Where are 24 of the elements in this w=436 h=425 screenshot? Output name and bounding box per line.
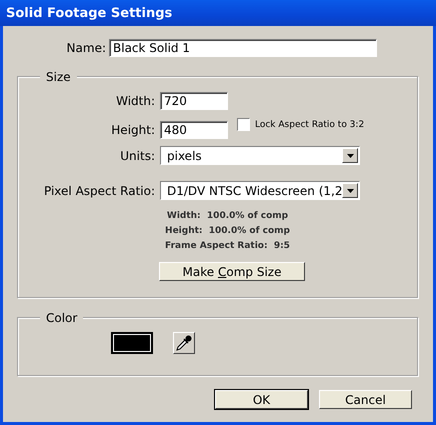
checkbox[interactable] [237,118,250,131]
eyedropper-button[interactable] [173,332,195,354]
eyedropper-icon [175,334,193,352]
pixel-aspect-dropdown[interactable]: D1/DV NTSC Widescreen (1,2 [160,181,360,200]
units-dropdown[interactable]: pixels [160,146,360,165]
height-field[interactable]: 480 [160,121,228,139]
color-swatch[interactable] [111,332,153,354]
units-label: Units: [120,148,155,162]
width-field[interactable]: 720 [160,92,228,110]
info-text: Frame Aspect Ratio: 9:5 [165,241,290,251]
checkbox-label: Lock Aspect Ratio to 3:2 [255,119,364,132]
name-field[interactable]: Black Solid 1 [109,39,377,57]
caret-icon [346,154,354,158]
name-label: Name: [66,41,106,55]
width-label: Width: [116,94,155,108]
make-comp-size-button[interactable]: Make Comp Size [159,262,305,281]
height-label: Height: [111,123,155,137]
caret-icon [346,188,354,192]
info-text: Height: 100.0% of comp [165,226,290,236]
pixel-aspect-label: Pixel Aspect Ratio: [44,184,155,198]
info-text: Width: 100.0% of comp [166,211,288,221]
dialog-button[interactable]: Cancel [319,390,412,409]
dialog-button[interactable]: OK [215,390,308,409]
window-title: Solid Footage Settings [0,0,436,26]
